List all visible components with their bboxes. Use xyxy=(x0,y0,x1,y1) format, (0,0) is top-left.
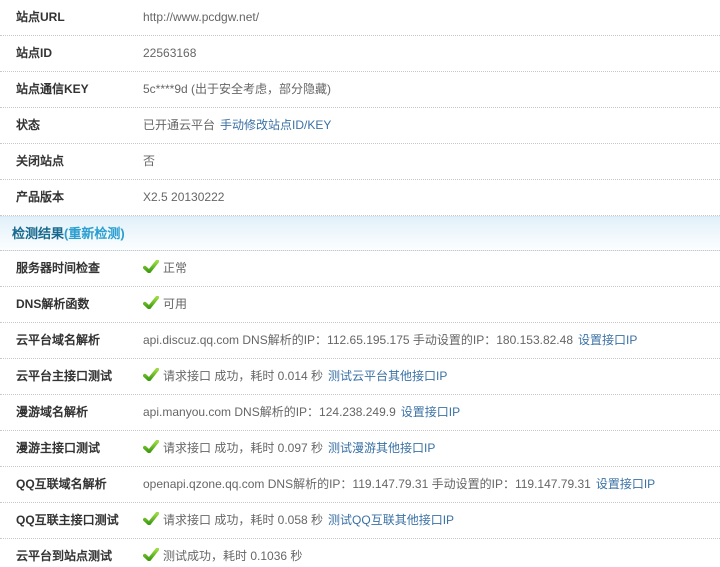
status-value: 已开通云平台 xyxy=(143,118,216,132)
site-url-value: http://www.pcdgw.net/ xyxy=(143,10,260,24)
row-label: 站点URL xyxy=(16,10,65,24)
row-label: 站点通信KEY xyxy=(16,82,89,96)
row-label: 站点ID xyxy=(16,46,53,60)
close-site-row: 关闭站点 否 xyxy=(0,144,720,180)
row-label: 产品版本 xyxy=(16,190,65,204)
cloud-api-test-row: 云平台主接口测试 请求接口 成功，耗时 0.014 秒测试云平台其他接口IP xyxy=(0,359,720,395)
product-version-value: X2.5 20130222 xyxy=(143,190,225,204)
cloud-to-site-test-row: 云平台到站点测试 测试成功，耗时 0.1036 秒 xyxy=(0,539,720,567)
site-key-value: 5c****9d (出于安全考虑，部分隐藏) xyxy=(143,82,332,96)
cloud-domain-value: api.discuz.qq.com DNS解析的IP：112.65.195.17… xyxy=(143,333,573,347)
manyou-api-test-row: 漫游主接口测试 请求接口 成功，耗时 0.097 秒测试漫游其他接口IP xyxy=(0,431,720,467)
row-label: 云平台到站点测试 xyxy=(16,549,113,563)
section-title: 检测结果 xyxy=(12,226,65,241)
qq-domain-value: openapi.qzone.qq.com DNS解析的IP：119.147.79… xyxy=(143,477,591,491)
row-label: 服务器时间检查 xyxy=(16,261,101,275)
check-icon xyxy=(143,260,159,273)
check-result-section-header: 检测结果(重新检测) xyxy=(0,216,720,251)
recheck-link[interactable]: (重新检测) xyxy=(64,226,125,241)
row-label: 漫游主接口测试 xyxy=(16,441,101,455)
set-api-ip-link[interactable]: 设置接口IP xyxy=(401,405,460,419)
status-row: 状态 已开通云平台 手动修改站点ID/KEY xyxy=(0,108,720,144)
row-label: QQ互联主接口测试 xyxy=(16,513,119,527)
row-label: QQ互联域名解析 xyxy=(16,477,107,491)
site-id-value: 22563168 xyxy=(143,46,197,60)
qq-domain-resolve-row: QQ互联域名解析 openapi.qzone.qq.com DNS解析的IP：11… xyxy=(0,467,720,503)
check-icon xyxy=(143,548,159,561)
row-label: 关闭站点 xyxy=(16,154,65,168)
check-icon xyxy=(143,368,159,381)
manyou-domain-value: api.manyou.com DNS解析的IP：124.238.249.9 xyxy=(143,405,396,419)
row-label: 云平台主接口测试 xyxy=(16,369,113,383)
set-api-ip-link[interactable]: 设置接口IP xyxy=(596,477,655,491)
test-manyou-other-api-link[interactable]: 测试漫游其他接口IP xyxy=(328,441,435,455)
manyou-api-test-value: 请求接口 成功，耗时 0.097 秒 xyxy=(163,441,324,455)
site-key-row: 站点通信KEY 5c****9d (出于安全考虑，部分隐藏) xyxy=(0,72,720,108)
check-icon xyxy=(143,296,159,309)
check-icon xyxy=(143,512,159,525)
dns-function-row: DNS解析函数 可用 xyxy=(0,287,720,323)
server-time-check-row: 服务器时间检查 正常 xyxy=(0,251,720,287)
product-version-row: 产品版本 X2.5 20130222 xyxy=(0,180,720,216)
row-label: 状态 xyxy=(16,118,41,132)
cloud-api-test-value: 请求接口 成功，耗时 0.014 秒 xyxy=(163,369,324,383)
cloud-domain-resolve-row: 云平台域名解析 api.discuz.qq.com DNS解析的IP：112.65… xyxy=(0,323,720,359)
set-api-ip-link[interactable]: 设置接口IP xyxy=(578,333,637,347)
qq-api-test-row: QQ互联主接口测试 请求接口 成功，耗时 0.058 秒测试QQ互联其他接口IP xyxy=(0,503,720,539)
cloud-to-site-test-value: 测试成功，耗时 0.1036 秒 xyxy=(163,549,303,563)
modify-site-idkey-link[interactable]: 手动修改站点ID/KEY xyxy=(220,118,331,132)
site-cloud-check-panel: 站点URL http://www.pcdgw.net/ 站点ID 22563168 … xyxy=(0,0,720,567)
check-icon xyxy=(143,440,159,453)
row-label: 云平台域名解析 xyxy=(16,333,101,347)
row-label: DNS解析函数 xyxy=(16,297,90,311)
test-cloud-other-api-link[interactable]: 测试云平台其他接口IP xyxy=(328,369,447,383)
row-label: 漫游域名解析 xyxy=(16,405,89,419)
close-site-value: 否 xyxy=(143,154,156,168)
dns-function-value: 可用 xyxy=(163,297,188,311)
qq-api-test-value: 请求接口 成功，耗时 0.058 秒 xyxy=(163,513,324,527)
site-id-row: 站点ID 22563168 xyxy=(0,36,720,72)
test-qq-other-api-link[interactable]: 测试QQ互联其他接口IP xyxy=(328,513,454,527)
site-url-row: 站点URL http://www.pcdgw.net/ xyxy=(0,0,720,36)
manyou-domain-resolve-row: 漫游域名解析 api.manyou.com DNS解析的IP：124.238.24… xyxy=(0,395,720,431)
server-time-value: 正常 xyxy=(163,261,188,275)
